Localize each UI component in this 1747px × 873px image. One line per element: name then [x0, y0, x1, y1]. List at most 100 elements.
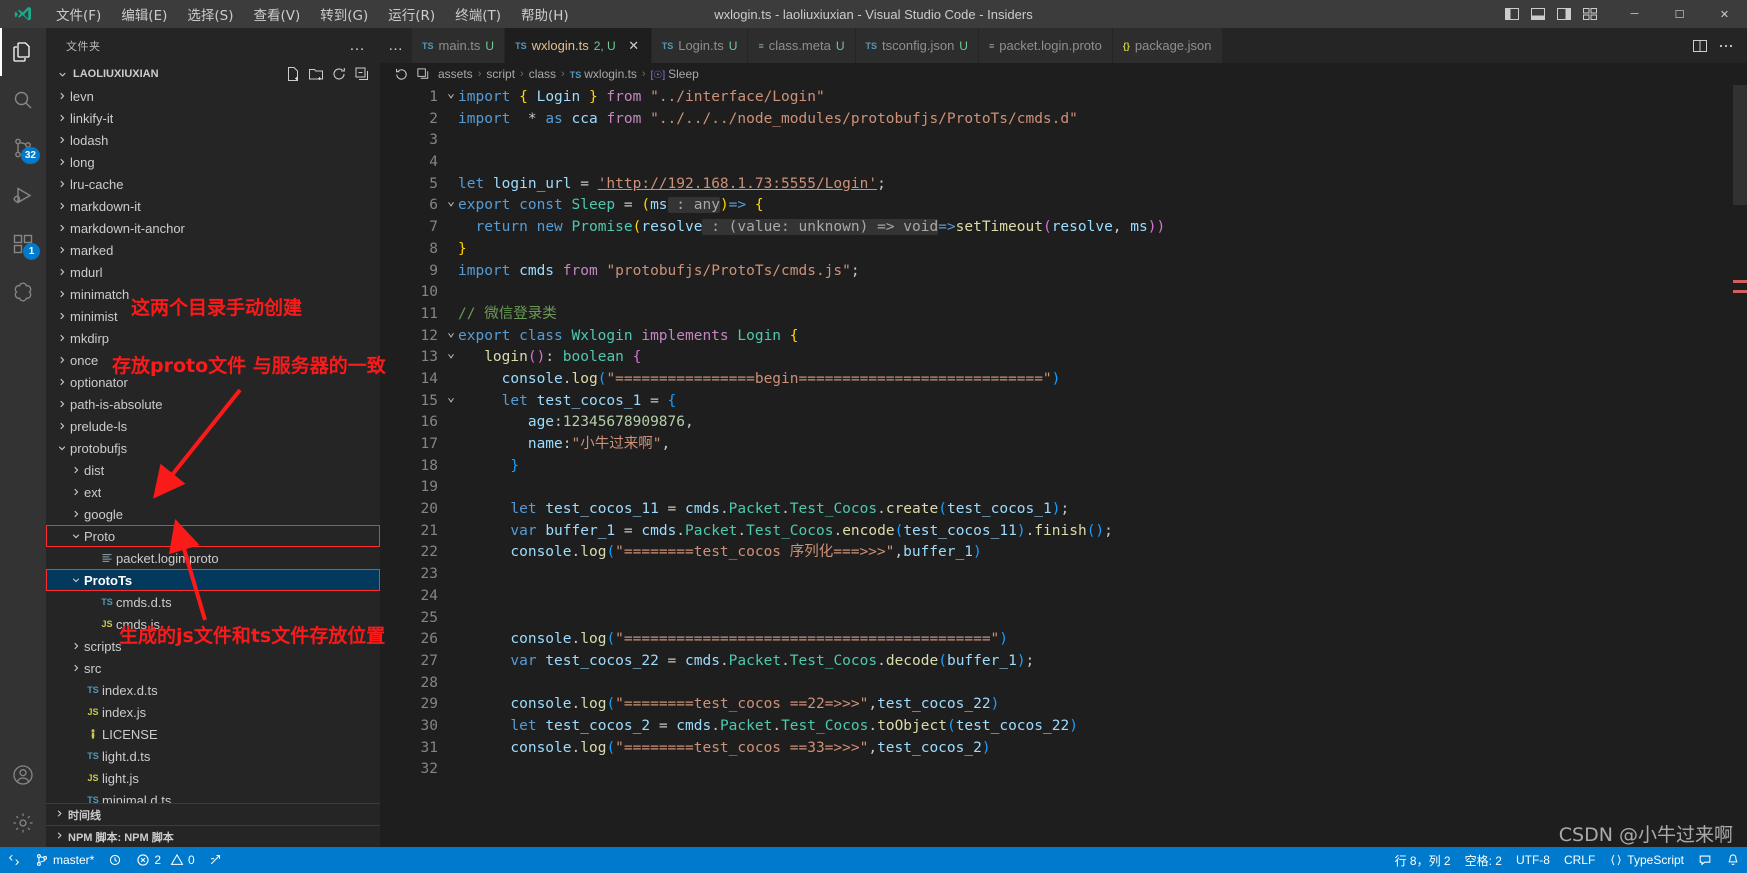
menu-terminal[interactable]: 终端(T) [445, 0, 511, 28]
activity-search[interactable] [0, 76, 46, 124]
toggle-primary-sidebar-icon[interactable] [1500, 2, 1524, 26]
tree-item-prelude-ls[interactable]: prelude-ls [46, 415, 380, 437]
code-line[interactable]: // 微信登录类 [458, 304, 1747, 326]
tree-item-cmds-d-ts[interactable]: TS cmds.d.ts [46, 591, 380, 613]
code-line[interactable]: console.log("========test_cocos ==33=>>>… [458, 738, 1747, 760]
status-git-branch[interactable]: master* [28, 847, 101, 873]
status-remote[interactable] [0, 847, 28, 873]
tab-login-ts[interactable]: TS Login.ts U [651, 28, 749, 63]
breadcrumb-item-class[interactable]: class [526, 67, 559, 81]
tree-item-protots[interactable]: ProtoTs [46, 569, 380, 591]
code-line[interactable] [458, 477, 1747, 499]
tree-item-path-is-absolute[interactable]: path-is-absolute [46, 393, 380, 415]
activity-accounts[interactable] [0, 751, 46, 799]
tree-item-markdown-it-anchor[interactable]: markdown-it-anchor [46, 217, 380, 239]
section-timeline[interactable]: 时间线 [46, 803, 380, 825]
tree-item-google[interactable]: google [46, 503, 380, 525]
tree-item-lodash[interactable]: lodash [46, 129, 380, 151]
breadcrumb-item-assets[interactable]: assets [435, 67, 476, 81]
tab-close-icon[interactable]: ✕ [627, 38, 641, 54]
code-line[interactable]: import cmds from "protobufjs/ProtoTs/cmd… [458, 261, 1747, 283]
menu-view[interactable]: 查看(V) [244, 0, 311, 28]
scrollbar-thumb[interactable] [1733, 85, 1747, 205]
tree-item-protobufjs[interactable]: protobufjs [46, 437, 380, 459]
tree-item-long[interactable]: long [46, 151, 380, 173]
tree-item-light-js[interactable]: JS light.js [46, 767, 380, 789]
code-line[interactable] [458, 586, 1747, 608]
tree-item-ext[interactable]: ext [46, 481, 380, 503]
tab-tsconfig-json[interactable]: TS tsconfig.json U [855, 28, 979, 63]
sidebar-more-actions-icon[interactable]: … [343, 37, 372, 55]
status-indentation[interactable]: 空格: 2 [1458, 847, 1509, 873]
tree-item-markdown-it[interactable]: markdown-it [46, 195, 380, 217]
toggle-panel-icon[interactable] [1526, 2, 1550, 26]
new-file-icon[interactable] [283, 64, 303, 84]
menu-bar[interactable]: 文件(F) 编辑(E) 选择(S) 查看(V) 转到(G) 运行(R) 终端(T… [46, 0, 579, 28]
breadcrumb-item-sleep[interactable]: [☉] Sleep [648, 67, 702, 81]
code-line[interactable] [458, 282, 1747, 304]
tree-item-lru-cache[interactable]: lru-cache [46, 173, 380, 195]
split-editor-icon[interactable] [1689, 35, 1711, 57]
status-problems[interactable]: 2 0 [129, 847, 201, 873]
tree-item-minimist[interactable]: minimist [46, 305, 380, 327]
breadcrumb-item-script[interactable]: script [483, 67, 518, 81]
tree-item-optionator[interactable]: optionator [46, 371, 380, 393]
code-line[interactable]: import { Login } from "../interface/Logi… [458, 87, 1747, 109]
activity-copilot[interactable] [0, 268, 46, 316]
activity-source-control[interactable]: 32 [0, 124, 46, 172]
tab-main-ts[interactable]: TS main.ts U [412, 28, 506, 63]
tree-item-light-d-ts[interactable]: TS light.d.ts [46, 745, 380, 767]
menu-file[interactable]: 文件(F) [46, 0, 111, 28]
code-line[interactable] [458, 608, 1747, 630]
code-line[interactable]: export class Wxlogin implements Login { [458, 326, 1747, 348]
maximize-button[interactable]: ☐ [1657, 0, 1702, 28]
collapse-all-icon[interactable] [352, 64, 372, 84]
code-line[interactable]: return new Promise(resolve : (value: unk… [458, 217, 1747, 239]
tree-item-dist[interactable]: dist [46, 459, 380, 481]
minimize-button[interactable]: ─ [1612, 0, 1657, 28]
tab-package-json[interactable]: {} package.json [1112, 28, 1223, 63]
code-line[interactable]: name:"小牛过来啊", [458, 434, 1747, 456]
tab-class-meta[interactable]: ≡ class.meta U [748, 28, 856, 63]
code-line[interactable]: console.log("===========================… [458, 629, 1747, 651]
code-line[interactable] [458, 673, 1747, 695]
tab-packet-login-proto[interactable]: ≡ packet.login.proto [978, 28, 1113, 63]
layout-controls[interactable] [1500, 2, 1612, 26]
tree-item-license[interactable]: LICENSE [46, 723, 380, 745]
tree-item-minimal-d-ts[interactable]: TS minimal.d.ts [46, 789, 380, 804]
activity-manage-gear-icon[interactable] [0, 799, 46, 847]
code-line[interactable]: let login_url = 'http://192.168.1.73:555… [458, 174, 1747, 196]
editor-actions[interactable] [1689, 28, 1747, 63]
tab-wxlogin-ts[interactable]: TS wxlogin.ts 2, U ✕ [505, 28, 652, 63]
tree-item-minimatch[interactable]: minimatch [46, 283, 380, 305]
close-button[interactable]: ✕ [1702, 0, 1747, 28]
code-line[interactable] [458, 564, 1747, 586]
customize-layout-icon[interactable] [1578, 2, 1602, 26]
code-line[interactable]: } [458, 239, 1747, 261]
status-notifications[interactable] [1719, 847, 1747, 873]
status-eol[interactable]: CRLF [1557, 847, 1602, 873]
code-line[interactable]: let test_cocos_11 = cmds.Packet.Test_Coc… [458, 499, 1747, 521]
code-line[interactable]: export const Sleep = (ms : any)=> { [458, 195, 1747, 217]
tree-item-cmds-js[interactable]: JS cmds.js [46, 613, 380, 635]
go-back-icon[interactable] [391, 67, 411, 82]
status-ports[interactable] [202, 847, 230, 873]
status-encoding[interactable]: UTF-8 [1509, 847, 1557, 873]
tree-item-levn[interactable]: levn [46, 85, 380, 107]
tree-item-packet-login-proto[interactable]: packet.login.proto [46, 547, 380, 569]
activity-extensions[interactable]: 1 [0, 220, 46, 268]
menu-go[interactable]: 转到(G) [310, 0, 378, 28]
split-editor-small-icon[interactable] [413, 67, 433, 82]
code-line[interactable] [458, 130, 1747, 152]
code-line[interactable]: var buffer_1 = cmds.Packet.Test_Cocos.en… [458, 521, 1747, 543]
editor-tab-bar[interactable]: … TS main.ts U TS wxlogin.ts 2, U ✕ TS Login.ts U… [380, 28, 1747, 63]
menu-run[interactable]: 运行(R) [378, 0, 445, 28]
tree-item-proto[interactable]: Proto [46, 525, 380, 547]
status-feedback[interactable] [1691, 847, 1719, 873]
code-line[interactable]: var test_cocos_22 = cmds.Packet.Test_Coc… [458, 651, 1747, 673]
code-line[interactable]: } [458, 456, 1747, 478]
activity-run-debug[interactable] [0, 172, 46, 220]
tree-item-src[interactable]: src [46, 657, 380, 679]
tree-item-index-d-ts[interactable]: TS index.d.ts [46, 679, 380, 701]
code-line[interactable]: console.log("========test_cocos ==22=>>>… [458, 694, 1747, 716]
